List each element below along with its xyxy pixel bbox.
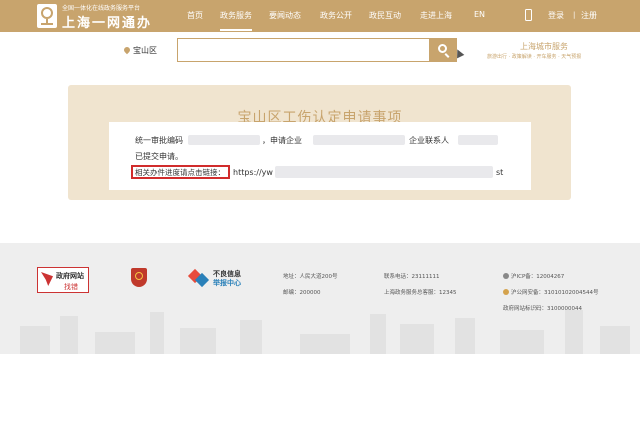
- approval-code-label: 统一审批编码: [135, 136, 183, 145]
- gov-site-error-badge[interactable]: 政府网站 找错: [37, 267, 89, 293]
- location-pin-icon: [122, 45, 132, 55]
- logo-title[interactable]: 上海一网通办: [62, 12, 152, 31]
- footer-hotline: 联系电话：23111111: [384, 274, 440, 280]
- footer-police-record[interactable]: 沪公网安备：31010102004544号: [503, 288, 599, 296]
- report-center-line2: 举报中心: [213, 279, 241, 287]
- footer-service-hotline: 上海政务服务总客服：12345: [384, 290, 457, 296]
- footer-site-code: 政府网站标识码：3100000044: [503, 306, 582, 312]
- police-badge-icon: [503, 289, 509, 295]
- party-emblem-icon[interactable]: [131, 268, 147, 287]
- logo-subtitle: 全国一体化在线政务服务平台: [62, 5, 141, 12]
- site-footer: [0, 243, 640, 354]
- mobile-icon[interactable]: [525, 9, 532, 21]
- redacted-contact: [458, 135, 498, 145]
- report-center-icon[interactable]: [187, 268, 210, 288]
- progress-link-start[interactable]: https://yw: [233, 168, 273, 177]
- skyline-decoration: [0, 309, 640, 354]
- search-input[interactable]: [177, 38, 429, 62]
- nav-english[interactable]: EN: [474, 10, 485, 19]
- report-center-link[interactable]: 不良信息 举报中心: [213, 270, 241, 288]
- gov-badge-top-text: 政府网站: [56, 272, 84, 280]
- police-text: 沪公网安备：31010102004544号: [511, 290, 599, 296]
- nav-home[interactable]: 首页: [187, 10, 203, 21]
- progress-link-label: 相关办件进度请点击链接：: [135, 168, 225, 177]
- login-separator: |: [573, 11, 576, 19]
- nav-interaction[interactable]: 政民互动: [369, 10, 401, 21]
- register-link[interactable]: 注册: [581, 10, 597, 21]
- icp-icon: [503, 273, 509, 279]
- login-link[interactable]: 登录: [548, 10, 564, 21]
- nav-gov-services[interactable]: 政务服务: [220, 10, 252, 31]
- icp-text: 沪ICP备：12004267: [511, 274, 565, 280]
- submitted-text: 已提交申请。: [135, 152, 183, 161]
- search-icon: [438, 44, 447, 53]
- city-services-title[interactable]: 上海城市服务: [520, 41, 568, 52]
- company-label: ，申请企业: [262, 136, 302, 145]
- location-label: 宝山区: [133, 46, 157, 55]
- footer-zipcode: 邮编：200000: [283, 290, 321, 296]
- report-center-line1: 不良信息: [213, 270, 241, 278]
- city-services-links[interactable]: 旅游出行 · 政策解读 · 开车服务 · 天气预报: [487, 53, 581, 60]
- top-header: 全国一体化在线政务服务平台 上海一网通办 首页 政务服务 要闻动态 政务公开 政…: [0, 0, 640, 32]
- logo-icon[interactable]: [37, 4, 57, 28]
- progress-link-end[interactable]: st: [496, 168, 503, 177]
- footer-address: 地址：人民大道200号: [283, 274, 338, 280]
- search-button[interactable]: [429, 38, 457, 62]
- redacted-company-name: [313, 135, 405, 145]
- redacted-link-url[interactable]: [275, 166, 493, 178]
- redacted-approval-code: [188, 135, 260, 145]
- footer-icp[interactable]: 沪ICP备：12004267: [503, 272, 564, 280]
- contact-label: 企业联系人: [409, 136, 449, 145]
- nav-shanghai[interactable]: 走进上海: [420, 10, 452, 21]
- location-selector[interactable]: 宝山区: [122, 45, 157, 56]
- gov-site-logo-icon: [41, 272, 53, 286]
- nav-gov-open[interactable]: 政务公开: [320, 10, 352, 21]
- gov-badge-bottom-text: 找错: [64, 283, 78, 291]
- nav-news[interactable]: 要闻动态: [269, 10, 301, 21]
